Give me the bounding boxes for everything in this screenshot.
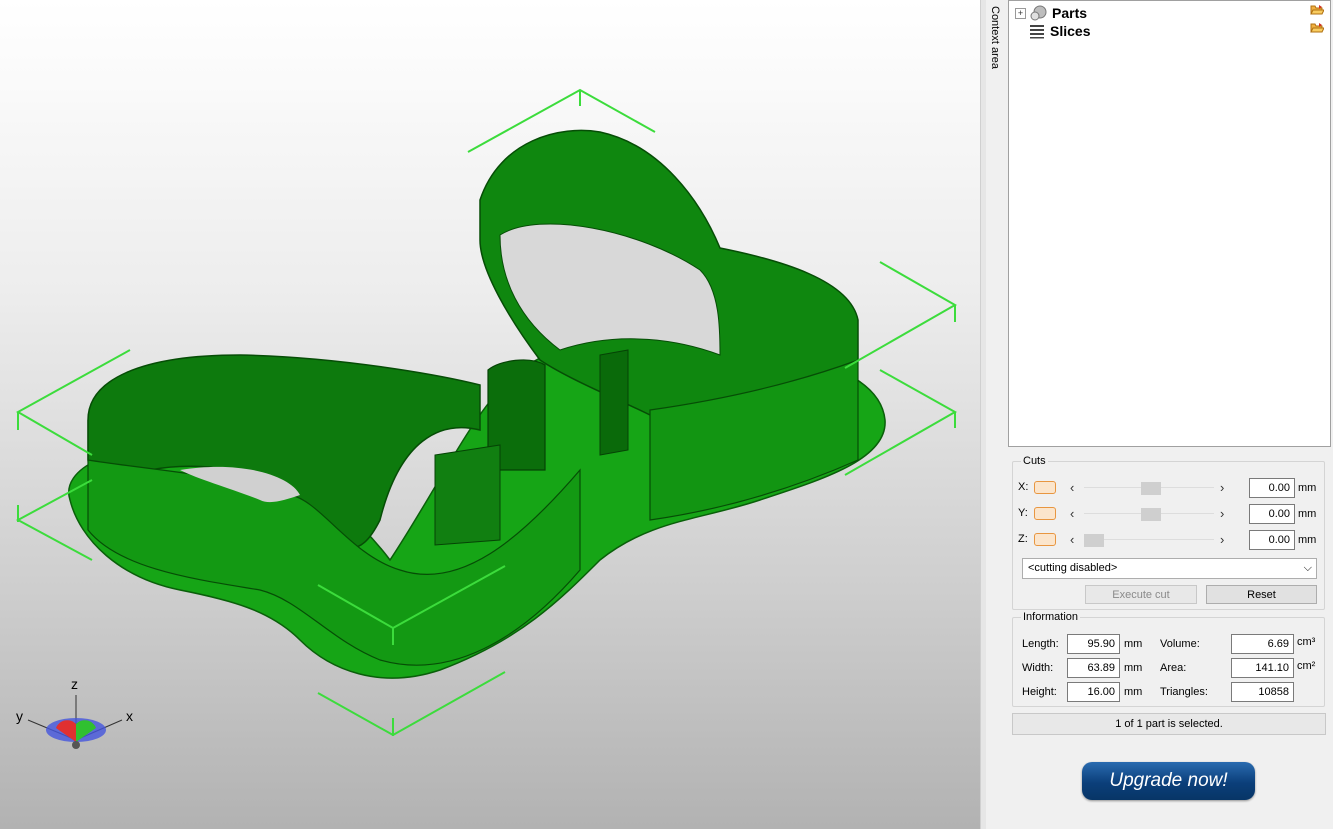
height-value: 16.00 (1067, 682, 1120, 702)
left-arrow-icon[interactable]: ‹ (1070, 532, 1074, 547)
model-view[interactable] (0, 0, 980, 829)
cut-mode-value: <cutting disabled> (1028, 562, 1118, 574)
slider-thumb[interactable] (1141, 508, 1161, 521)
context-area-tab[interactable]: Context area (986, 0, 1008, 829)
slider-thumb[interactable] (1141, 482, 1161, 495)
cut-value-y[interactable]: 0.00 (1249, 504, 1295, 524)
width-unit: mm (1124, 662, 1143, 674)
tree-item-label: Slices (1050, 23, 1091, 39)
open-folder-icon[interactable] (1310, 22, 1324, 34)
cut-value-x[interactable]: 0.00 (1249, 478, 1295, 498)
area-value: 141.10 (1231, 658, 1294, 678)
triangles-label: Triangles: (1160, 686, 1208, 698)
cut-axis-label: Z: (1018, 533, 1028, 545)
cut-toggle-z[interactable] (1034, 533, 1056, 546)
cut-row-x: X: ‹ › 0.00 mm (1016, 478, 1316, 498)
3d-viewport[interactable]: z y x (0, 0, 980, 829)
slices-icon (1030, 25, 1044, 39)
width-value: 63.89 (1067, 658, 1120, 678)
cut-row-z: Z: ‹ › 0.00 mm (1016, 530, 1316, 550)
open-folder-icon[interactable] (1310, 4, 1324, 16)
area-label: Area: (1160, 662, 1187, 674)
axis-label-x: x (126, 708, 133, 724)
height-unit: mm (1124, 686, 1143, 698)
width-label: Width: (1022, 662, 1054, 674)
parts-tree[interactable]: + Parts Slices (1008, 0, 1331, 447)
slider-thumb[interactable] (1084, 534, 1104, 547)
cut-row-y: Y: ‹ › 0.00 mm (1016, 504, 1316, 524)
unit-label: mm (1298, 508, 1317, 520)
axis-label-z: z (71, 676, 78, 692)
height-label: Height: (1022, 686, 1057, 698)
context-area-label: Context area (989, 6, 1001, 69)
length-value: 95.90 (1067, 634, 1120, 654)
unit-label: mm (1298, 482, 1317, 494)
volume-unit: cm³ (1297, 636, 1316, 648)
volume-label: Volume: (1160, 638, 1200, 650)
length-label: Length: (1022, 638, 1059, 650)
cut-axis-label: Y: (1018, 507, 1028, 519)
unit-label: mm (1298, 534, 1317, 546)
cut-slider-x[interactable]: ‹ › (1066, 478, 1231, 498)
cut-mode-select[interactable]: <cutting disabled> ⌵ (1022, 558, 1317, 579)
cut-slider-y[interactable]: ‹ › (1066, 504, 1231, 524)
cut-toggle-y[interactable] (1034, 507, 1056, 520)
right-arrow-icon[interactable]: › (1220, 532, 1224, 547)
left-arrow-icon[interactable]: ‹ (1070, 506, 1074, 521)
execute-cut-button[interactable]: Execute cut (1085, 585, 1197, 604)
cut-value-z[interactable]: 0.00 (1249, 530, 1295, 550)
selection-status: 1 of 1 part is selected. (1012, 713, 1326, 735)
triangles-value: 10858 (1231, 682, 1294, 702)
area-unit: cm² (1297, 660, 1316, 672)
parts-icon (1030, 5, 1047, 21)
axis-label-y: y (16, 708, 23, 724)
reset-button[interactable]: Reset (1206, 585, 1317, 604)
information-title: Information (1021, 611, 1081, 623)
right-panel: + Parts Slices Cuts X: ‹ › 0.00 mm Y: ‹ … (1008, 0, 1333, 829)
tree-item-slices[interactable]: Slices (1028, 22, 1090, 40)
cuts-title: Cuts (1021, 455, 1048, 467)
chevron-down-icon: ⌵ (1303, 562, 1312, 574)
volume-value: 6.69 (1231, 634, 1294, 654)
axis-gizmo[interactable] (27, 695, 123, 749)
length-unit: mm (1124, 638, 1143, 650)
left-arrow-icon[interactable]: ‹ (1070, 480, 1074, 495)
cut-axis-label: X: (1018, 481, 1029, 493)
cut-slider-z[interactable]: ‹ › (1066, 530, 1231, 550)
tree-item-label: Parts (1052, 5, 1088, 21)
right-arrow-icon[interactable]: › (1220, 506, 1224, 521)
right-arrow-icon[interactable]: › (1220, 480, 1224, 495)
tree-item-parts[interactable]: + Parts (1015, 4, 1087, 22)
cut-toggle-x[interactable] (1034, 481, 1056, 494)
expand-icon[interactable]: + (1015, 7, 1026, 19)
upgrade-button[interactable]: Upgrade now! (1082, 762, 1255, 800)
